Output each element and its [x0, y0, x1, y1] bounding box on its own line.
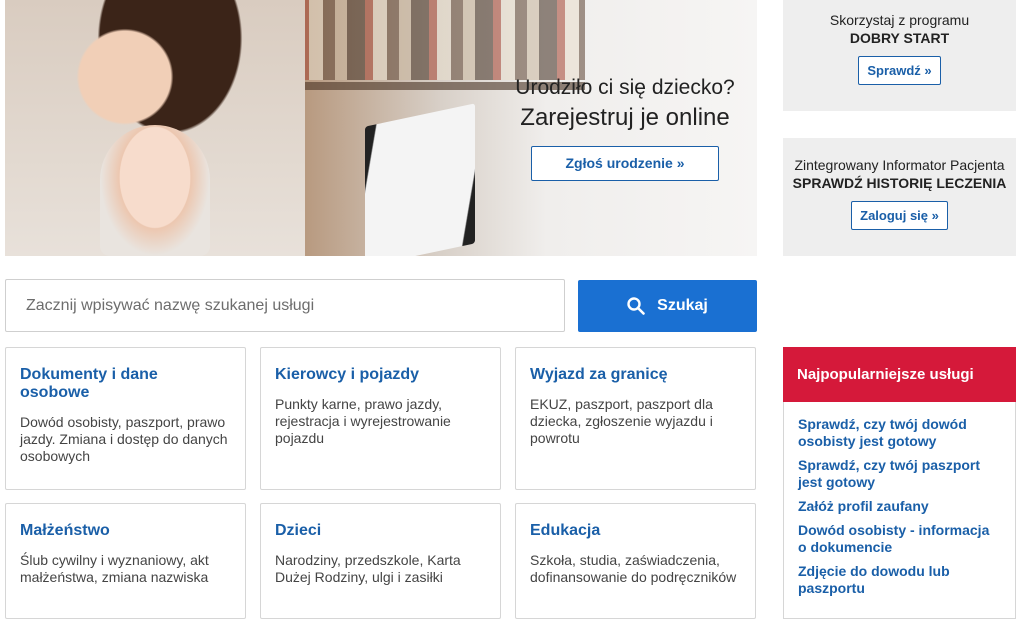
hero-laptop-image — [365, 103, 475, 256]
category-card-marriage[interactable]: Małżeństwo Ślub cywilny i wyznaniowy, ak… — [5, 503, 246, 619]
popular-services-title: Najpopularniejsze usługi — [783, 347, 1016, 402]
check-dobry-start-button[interactable]: Sprawdź » — [858, 56, 941, 85]
popular-link-id-info[interactable]: Dowód osobisty - informacja o dokumencie — [798, 522, 1001, 556]
search-icon — [627, 297, 645, 315]
list-item: Sprawdź, czy twój dowód osobisty jest go… — [798, 416, 1001, 450]
category-card-education[interactable]: Edukacja Szkoła, studia, zaświadczenia, … — [515, 503, 756, 619]
category-title: Kierowcy i pojazdy — [275, 366, 420, 383]
category-title: Dzieci — [275, 522, 322, 539]
login-button[interactable]: Zaloguj się » — [851, 201, 948, 230]
category-description: Dowód osobisty, paszport, prawo jazdy. Z… — [20, 414, 228, 464]
category-card-abroad[interactable]: Wyjazd za granicę EKUZ, paszport, paszpo… — [515, 347, 756, 490]
list-item: Zdjęcie do dowodu lub paszportu — [798, 563, 1001, 597]
promo-line2: DOBRY START — [849, 30, 950, 46]
list-item: Dowód osobisty - informacja o dokumencie — [798, 522, 1001, 556]
hero-baby-image — [100, 125, 210, 256]
category-title: Dokumenty i dane osobowe — [20, 366, 158, 401]
promo-line1: Skorzystaj z programu — [829, 12, 970, 28]
register-birth-button[interactable]: Zgłoś urodzenie » — [531, 146, 719, 181]
promo-dobry-start: Skorzystaj z programu DOBRY START Sprawd… — [783, 0, 1016, 111]
hero-banner: Urodziło ci się dziecko? Zarejestruj je … — [5, 0, 757, 256]
category-description: Szkoła, studia, zaświadczenia, dofinanso… — [530, 552, 737, 585]
category-description: EKUZ, paszport, paszport dla dziecka, zg… — [530, 396, 713, 446]
popular-link-id-status[interactable]: Sprawdź, czy twój dowód osobisty jest go… — [798, 416, 1001, 450]
popular-link-photo[interactable]: Zdjęcie do dowodu lub paszportu — [798, 563, 1001, 597]
category-description: Narodziny, przedszkole, Karta Dużej Rodz… — [275, 552, 461, 585]
category-description: Ślub cywilny i wyznaniowy, akt małżeństw… — [20, 552, 209, 585]
hero-headline: Zarejestruj je online — [520, 104, 730, 131]
hero-question: Urodziło ci się dziecko? — [515, 76, 735, 99]
category-title: Edukacja — [530, 522, 601, 539]
service-search-input[interactable] — [5, 279, 565, 332]
popular-link-passport-status[interactable]: Sprawdź, czy twój paszport jest gotowy — [798, 457, 1001, 491]
promo-patient-informator: Zintegrowany Informator Pacjenta SPRAWDŹ… — [783, 138, 1016, 256]
promo-line1: Zintegrowany Informator Pacjenta — [794, 157, 1005, 173]
promo-line2: SPRAWDŹ HISTORIĘ LECZENIA — [792, 175, 1007, 191]
category-card-children[interactable]: Dzieci Narodziny, przedszkole, Karta Duż… — [260, 503, 501, 619]
list-item: Załóż profil zaufany — [798, 498, 1001, 515]
category-card-documents[interactable]: Dokumenty i dane osobowe Dowód osobisty,… — [5, 347, 246, 490]
search-button-label: Szukaj — [657, 297, 708, 314]
hero-text: Urodziło ci się dziecko? Zarejestruj je … — [505, 76, 745, 181]
search-button[interactable]: Szukaj — [578, 280, 757, 332]
category-card-drivers[interactable]: Kierowcy i pojazdy Punkty karne, prawo j… — [260, 347, 501, 490]
popular-services-list: Sprawdź, czy twój dowód osobisty jest go… — [784, 402, 1015, 597]
category-description: Punkty karne, prawo jazdy, rejestracja i… — [275, 396, 451, 446]
popular-link-trusted-profile[interactable]: Załóż profil zaufany — [798, 498, 1001, 515]
popular-services-panel: Najpopularniejsze usługi Sprawdź, czy tw… — [783, 347, 1016, 619]
category-title: Wyjazd za granicę — [530, 366, 668, 383]
list-item: Sprawdź, czy twój paszport jest gotowy — [798, 457, 1001, 491]
category-title: Małżeństwo — [20, 522, 110, 539]
